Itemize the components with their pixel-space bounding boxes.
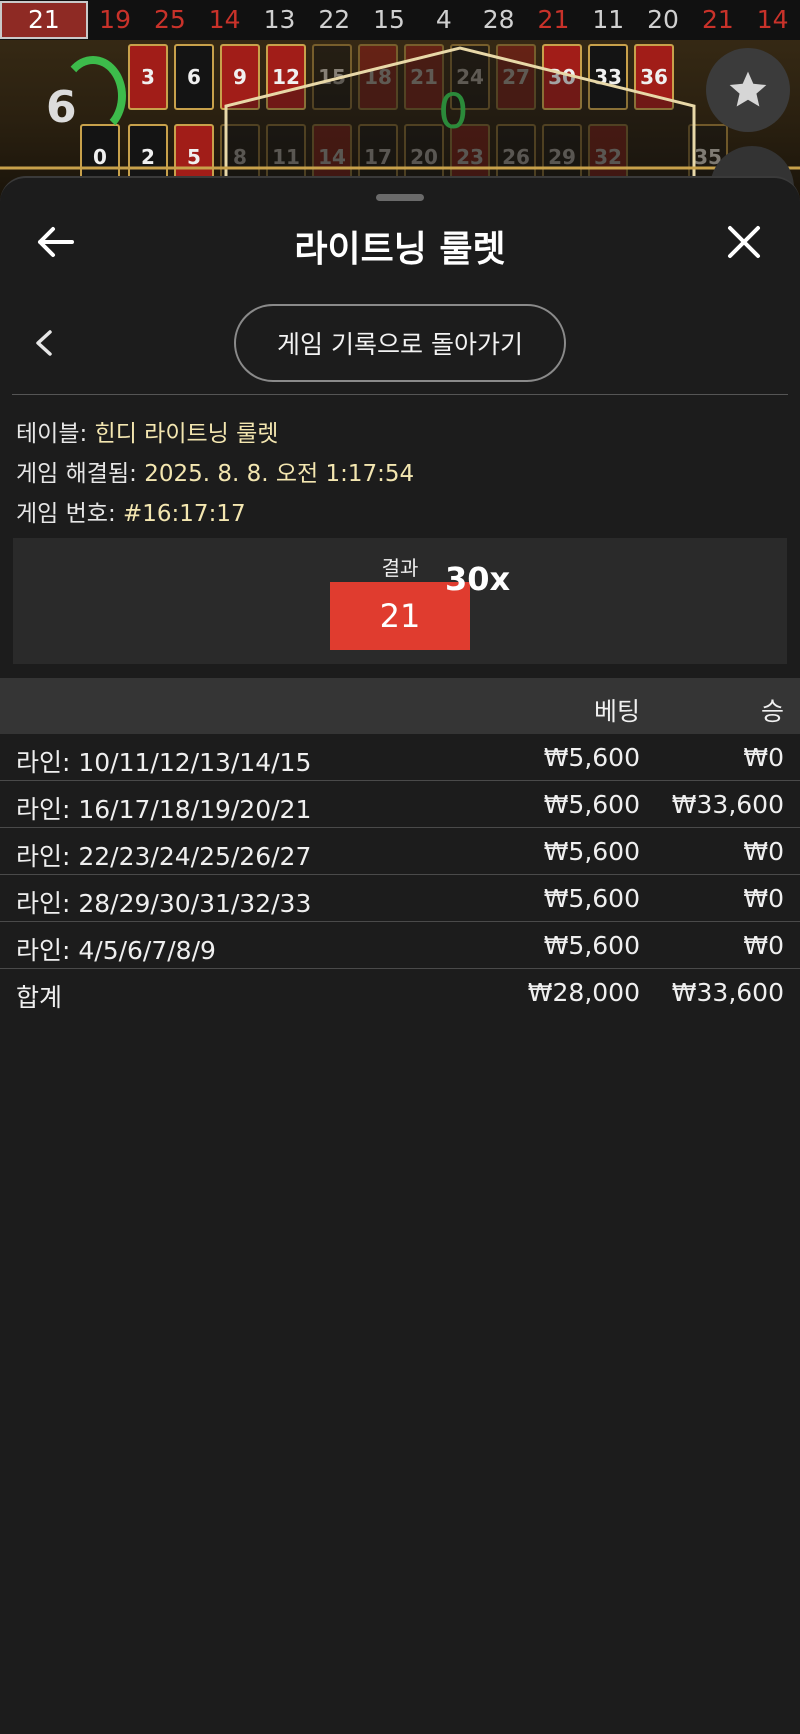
header-win: 승 [760, 697, 784, 726]
game-number-label: 게임 번호: [16, 501, 116, 527]
game-number-value: #16:17:17 [123, 501, 246, 527]
close-icon[interactable] [724, 222, 764, 262]
result-panel: 결과 21 30x [13, 538, 787, 664]
star-icon [729, 71, 767, 107]
table-row: 라인: 22/23/24/25/26/27 ₩5,600 ₩0 [0, 828, 800, 875]
win-amount: ₩0 [743, 931, 784, 960]
table-row: 라인: 28/29/30/31/32/33 ₩5,600 ₩0 [0, 875, 800, 922]
table-header: 베팅 승 [0, 678, 800, 734]
win-amount: ₩0 [743, 884, 784, 913]
header-bet: 베팅 [593, 697, 640, 726]
divider [12, 394, 788, 395]
bet-label: 라인: 28/29/30/31/32/33 [16, 889, 312, 918]
favorite-button[interactable] [706, 48, 790, 132]
history-nav-row: 게임 기록으로 돌아가기 [0, 304, 800, 384]
bet-amount: ₩5,600 [543, 884, 640, 913]
sheet-title: 라이트닝 룰렛 [294, 229, 506, 270]
countdown-timer: 6 [46, 82, 77, 133]
result-label: 결과 [381, 556, 419, 580]
bet-label: 라인: 4/5/6/7/8/9 [16, 936, 216, 965]
back-to-history-button[interactable]: 게임 기록으로 돌아가기 [234, 304, 566, 382]
resolved-info: 게임 해결됨: 2025. 8. 8. 오전 1:17:54 [16, 454, 796, 488]
total-bet: ₩28,000 [527, 978, 640, 1007]
bets-table: 베팅 승 라인: 10/11/12/13/14/15 ₩5,600 ₩0 라인:… [0, 678, 800, 1016]
bet-amount: ₩5,600 [543, 837, 640, 866]
total-win: ₩33,600 [671, 978, 784, 1007]
table-row: 라인: 4/5/6/7/8/9 ₩5,600 ₩0 [0, 922, 800, 969]
sheet-grabber[interactable] [376, 194, 424, 201]
bet-label: 라인: 10/11/12/13/14/15 [16, 748, 312, 777]
table-info: 테이블: 힌디 라이트닝 룰렛 [16, 414, 796, 448]
chevron-left-icon[interactable] [32, 328, 56, 358]
game-background: 21 19 25 14 13 22 15 4 28 21 11 20 21 14… [0, 0, 800, 200]
win-amount: ₩0 [743, 743, 784, 772]
total-row: 합계 ₩28,000 ₩33,600 [0, 969, 800, 1016]
bet-label: 라인: 16/17/18/19/20/21 [16, 795, 312, 824]
bet-amount: ₩5,600 [543, 743, 640, 772]
win-amount: ₩0 [743, 837, 784, 866]
resolved-label: 게임 해결됨: [16, 461, 137, 487]
bet-amount: ₩5,600 [543, 931, 640, 960]
zero-number: 0 [438, 84, 469, 140]
bet-label: 라인: 22/23/24/25/26/27 [16, 842, 312, 871]
bet-amount: ₩5,600 [543, 790, 640, 819]
game-number-info: 게임 번호: #16:17:17 [16, 494, 796, 528]
table-label: 테이블: [16, 421, 88, 447]
table-value: 힌디 라이트닝 룰렛 [94, 421, 279, 447]
win-amount: ₩33,600 [671, 790, 784, 819]
lightning-multiplier: 30x [445, 560, 511, 598]
table-row: 라인: 16/17/18/19/20/21 ₩5,600 ₩33,600 [0, 781, 800, 828]
sheet-header: 라이트닝 룰렛 [0, 206, 800, 276]
total-label: 합계 [16, 983, 63, 1012]
game-detail-sheet: 라이트닝 룰렛 게임 기록으로 돌아가기 테이블: 힌디 라이트닝 룰렛 게임 … [0, 176, 800, 1734]
table-row: 라인: 10/11/12/13/14/15 ₩5,600 ₩0 [0, 734, 800, 781]
resolved-value: 2025. 8. 8. 오전 1:17:54 [144, 461, 415, 487]
